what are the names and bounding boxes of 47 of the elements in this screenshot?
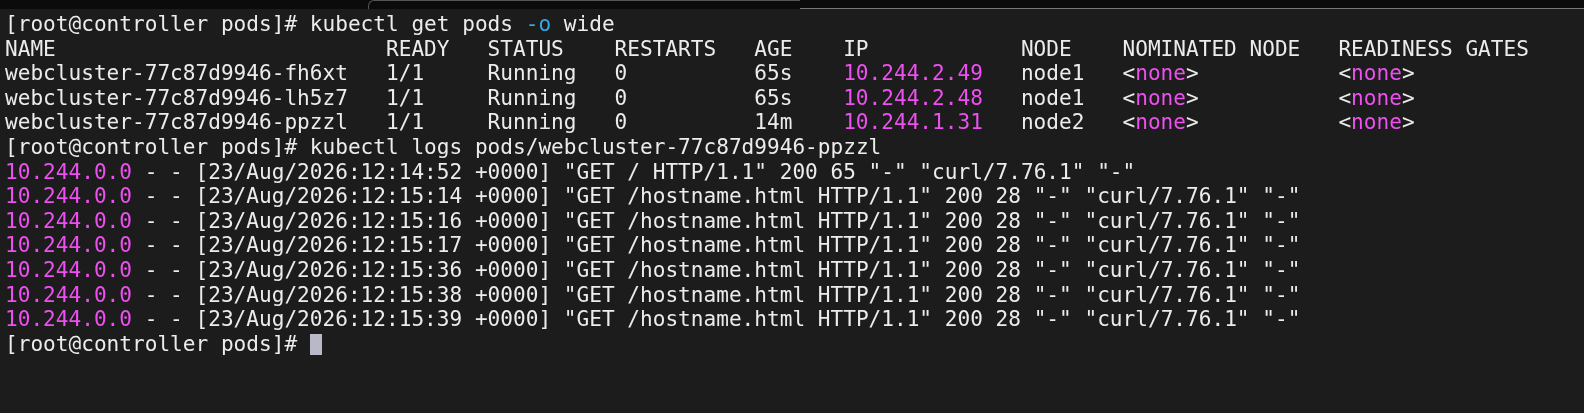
table-cell: 65s: [754, 60, 793, 86]
table-cell: 1/1: [386, 60, 425, 86]
log-line: 10.244.0.0 - - [23/Aug/2026:12:15:39 +0000] "GET /hostname.html HTTP/1.1" 200 28 "-" "curl/7.76.1" "-": [5, 307, 1301, 332]
table-cell: webcluster-77c87d9946-lh5z7: [5, 84, 348, 110]
table-cell: <none>: [1122, 84, 1199, 110]
table-cell: webcluster-77c87d9946-ppzzl: [5, 109, 348, 135]
table-cell: node1: [1020, 60, 1085, 86]
table-cell: 0: [614, 84, 628, 110]
log-line: 10.244.0.0 - - [23/Aug/2026:12:15:36 +0000] "GET /hostname.html HTTP/1.1" 200 28 "-" "curl/7.76.1" "-": [5, 257, 1301, 283]
column-header: AGE: [754, 35, 793, 61]
log-line: 10.244.0.0 - - [23/Aug/2026:12:15:17 +0000] "GET /hostname.html HTTP/1.1" 200 28 "-" "curl/7.76.1" "-": [5, 233, 1301, 258]
table-cell: <none>: [1338, 109, 1415, 135]
table-cell: 14m: [754, 109, 793, 135]
table-cell: 1/1: [386, 84, 425, 110]
column-header: NOMINATED NODE: [1122, 35, 1301, 61]
table-cell: <none>: [1122, 109, 1199, 135]
table-cell: <none>: [1338, 84, 1415, 110]
table-cell: <none>: [1338, 60, 1415, 86]
log-line: 10.244.0.0 - - [23/Aug/2026:12:15:14 +0000] "GET /hostname.html HTTP/1.1" 200 28 "-" "curl/7.76.1" "-": [5, 184, 1301, 209]
column-header: READINESS GATES: [1338, 35, 1529, 61]
table-cell: node1: [1020, 84, 1085, 110]
log-line: 10.244.0.0 - - [23/Aug/2026:12:15:38 +0000] "GET /hostname.html HTTP/1.1" 200 28 "-" "curl/7.76.1" "-": [5, 282, 1301, 308]
command-line: [root@controller pods]# kubectl get pods -o wide: [5, 12, 615, 37]
table-cell: Running: [487, 109, 577, 135]
table-cell: Running: [487, 84, 577, 110]
command-line: [root@controller pods]# kubectl logs pods/webcluster-77c87d9946-ppzzl: [5, 134, 882, 160]
table-cell: Running: [487, 60, 577, 86]
table-cell: node2: [1020, 109, 1085, 135]
table-cell: 0: [614, 60, 628, 86]
table-cell: 10.244.1.31: [843, 109, 983, 135]
table-cell: 10.244.2.49: [843, 60, 983, 86]
table-cell: <none>: [1122, 60, 1199, 86]
table-cell: webcluster-77c87d9946-fh6xt: [5, 60, 348, 86]
log-line: 10.244.0.0 - - [23/Aug/2026:12:14:52 +0000] "GET / HTTP/1.1" 200 65 "-" "curl/7.76.1" "-": [5, 159, 1136, 185]
log-line: 10.244.0.0 - - [23/Aug/2026:12:15:16 +0000] "GET /hostname.html HTTP/1.1" 200 28 "-" "curl/7.76.1" "-": [5, 208, 1301, 234]
column-header: NODE: [1020, 35, 1072, 61]
table-cell: 1/1: [386, 109, 425, 135]
table-cell: 65s: [754, 84, 793, 110]
table-cell: 0: [614, 109, 628, 135]
column-header: STATUS: [487, 35, 564, 61]
column-header: READY: [386, 35, 450, 61]
column-header: RESTARTS: [614, 35, 717, 61]
table-cell: 10.244.2.48: [843, 84, 983, 110]
column-header: NAME: [5, 35, 56, 61]
shell-prompt: [root@controller pods]#: [5, 331, 298, 357]
column-header: IP: [843, 35, 869, 61]
text-cursor: [309, 333, 322, 355]
